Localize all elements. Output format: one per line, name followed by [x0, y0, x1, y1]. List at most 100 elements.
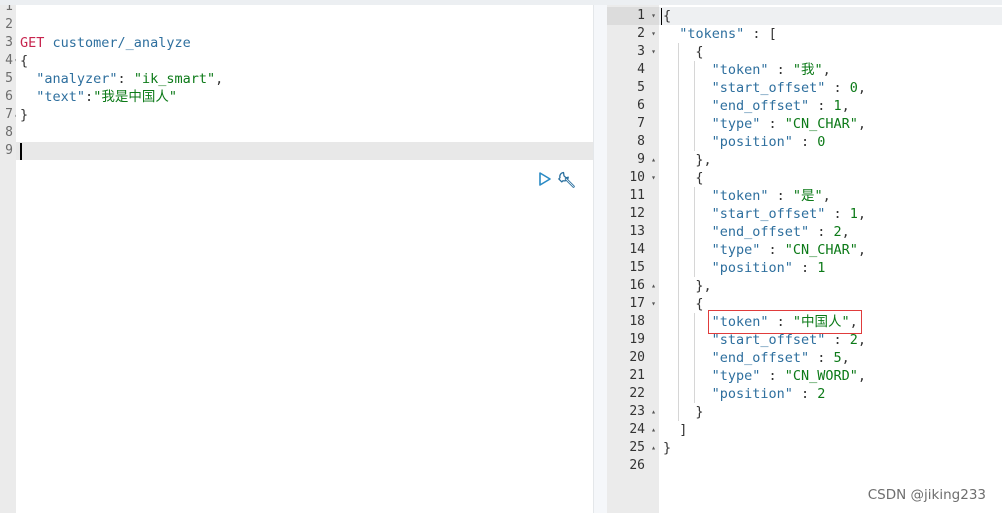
response.lines.4-num-token: 0 — [849, 80, 858, 96]
request.lines.3-punc-token — [20, 89, 36, 105]
response.lines.13-punc-token: : — [760, 242, 785, 258]
response-gutter-row: 20 — [607, 349, 659, 367]
response.lines.19-punc-token: , — [841, 350, 850, 366]
request.lines.2-punc-token: , — [215, 71, 224, 87]
response.lines.5-punc-token: : — [809, 98, 834, 114]
send-request-button[interactable] — [537, 170, 555, 190]
response-gutter-row: 7 — [607, 115, 659, 133]
response-code-line: "end_offset" : 5, — [712, 349, 850, 367]
response-line-number: 2 — [637, 26, 645, 41]
response.lines.21-key-token: "position" — [711, 386, 793, 402]
response.lines.6-key-token: "type" — [711, 116, 761, 132]
response-code-area[interactable]: {"tokens" : [{"token" : "我", "start_offse… — [659, 5, 1002, 513]
response-code-line: "end_offset" : 1, — [712, 97, 850, 115]
response-viewer[interactable]: 1 ▾ 2 ▾ 3 ▾ 4 5 6 7 8 9 ▴ 10 ▾ 11 12 13 14 15 16 ▴ 17 ▾ 18 19 20 21… — [607, 5, 1002, 513]
request-line-number: 9 — [5, 143, 13, 158]
fold-toggle-icon[interactable]: ▾ — [651, 169, 656, 187]
response.lines.8-punc-token: }, — [695, 152, 712, 168]
response.lines.12-punc-token: , — [841, 224, 850, 240]
response-line-number: 4 — [637, 62, 645, 77]
fold-toggle-icon[interactable]: ▴ — [651, 277, 656, 295]
response-line-number: 24 — [629, 422, 645, 437]
response-code-line: "type" : "CN_CHAR", — [712, 241, 866, 259]
request-editor[interactable]: 123456789▾▴ GET customer/_analyze{ "anal… — [0, 5, 593, 513]
fold-toggle-icon[interactable]: ▴ — [651, 151, 656, 169]
response-code-line: "token" : "我", — [712, 61, 831, 79]
response-line-number: 17 — [629, 296, 645, 311]
response-code-line: }, — [695, 277, 711, 295]
response.lines.6-punc-token: , — [857, 116, 867, 132]
response.lines.0-punc-token: { — [663, 8, 672, 24]
response-gutter-row: 18 — [607, 313, 659, 331]
response.lines.21-punc-token: : — [792, 386, 818, 402]
request.lines.2-str-token: "ik_smart" — [133, 71, 216, 87]
request-settings-button[interactable] — [557, 170, 575, 190]
request.lines.3-punc-token: : — [85, 89, 94, 105]
response-gutter-row: 21 — [607, 367, 659, 385]
response.lines.19-num-token: 5 — [833, 350, 842, 366]
response-line-number: 23 — [629, 404, 645, 419]
response.lines.14-punc-token: : — [792, 260, 818, 276]
response.lines.6-punc-token: : — [760, 116, 785, 132]
pane-divider[interactable] — [593, 5, 608, 513]
response.lines.10-key-token: "token" — [711, 188, 769, 204]
response-line-number: 1 — [637, 8, 645, 23]
response-gutter-row: 5 — [607, 79, 659, 97]
csdn-watermark: CSDN @jiking233 — [867, 487, 986, 503]
fold-toggle-icon[interactable]: ▴ — [651, 403, 656, 421]
response.lines.13-str-token: "CN_CHAR" — [784, 242, 858, 258]
response.lines.4-punc-token: , — [857, 80, 867, 96]
response.lines.10-punc-token: , — [822, 188, 831, 204]
response.lines.13-key-token: "type" — [711, 242, 761, 258]
response-line-number: 26 — [629, 458, 645, 473]
response.lines.7-key-token: "position" — [711, 134, 793, 150]
request-code-line: GET customer/_analyze — [20, 34, 191, 52]
request.lines.2-punc-token: : — [117, 71, 134, 87]
response.lines.7-punc-token: : — [792, 134, 818, 150]
response.lines.5-punc-token: , — [841, 98, 850, 114]
request-line-number: 6 — [5, 89, 13, 104]
response.lines.5-num-token: 1 — [833, 98, 842, 114]
response-line-number: 9 — [637, 152, 645, 167]
response-line-number: 25 — [629, 440, 645, 455]
response.lines.4-punc-token: : — [825, 80, 850, 96]
fold-toggle-icon[interactable]: ▾ — [651, 295, 656, 313]
fold-toggle-icon[interactable]: ▾ — [651, 43, 656, 61]
fold-toggle-icon[interactable]: ▾ — [651, 7, 656, 25]
response-gutter-row: 3 ▾ — [607, 43, 659, 61]
response.lines.18-punc-token: : — [825, 332, 850, 348]
fold-toggle-icon[interactable]: ▾ — [651, 25, 656, 43]
response-gutter-row: 12 — [607, 205, 659, 223]
request-code-line: "text":"我是中国人" — [20, 88, 177, 106]
response.lines.21-num-token: 2 — [817, 386, 826, 402]
response.lines.12-key-token: "end_offset" — [711, 224, 810, 240]
fold-toggle-icon[interactable]: ▴ — [651, 439, 656, 457]
fold-toggle-icon[interactable]: ▴ — [651, 421, 656, 439]
request-line-number: 7 — [5, 107, 13, 122]
response-code-line: "position" : 0 — [712, 133, 826, 151]
response.lines.6-str-token: "CN_CHAR" — [784, 116, 858, 132]
response-line-number: 20 — [629, 350, 645, 365]
request.lines.0-method-token: GET — [20, 35, 45, 51]
response-line-number: 3 — [637, 44, 645, 59]
response-gutter-row: 6 — [607, 97, 659, 115]
response-gutter-row: 16 ▴ — [607, 277, 659, 295]
request-line-number: 4 — [5, 53, 13, 68]
request.lines.0-url-token: customer/_analyze — [52, 35, 191, 51]
indent-guide — [694, 187, 696, 277]
response.lines.3-str-token: "我" — [792, 62, 823, 78]
request-line-number: 2 — [5, 17, 13, 32]
response.lines.4-key-token: "start_offset" — [711, 80, 826, 96]
response.lines.3-key-token: "token" — [711, 62, 769, 78]
request.lines.3-str-token: "我是中国人" — [93, 89, 177, 105]
response-code-line: "token" : "是", — [712, 187, 831, 205]
request-code-area[interactable]: GET customer/_analyze{ "analyzer": "ik_s… — [16, 5, 593, 513]
response.lines.5-key-token: "end_offset" — [711, 98, 810, 114]
response.lines.10-punc-token: : — [768, 188, 793, 204]
response-line-number: 12 — [629, 206, 645, 221]
response-cursor — [661, 8, 662, 25]
response-line-number: 13 — [629, 224, 645, 239]
request-gutter: 123456789▾▴ — [0, 5, 16, 513]
request-code-line: } — [20, 106, 28, 124]
request.lines.3-key-token: "text" — [36, 89, 86, 105]
